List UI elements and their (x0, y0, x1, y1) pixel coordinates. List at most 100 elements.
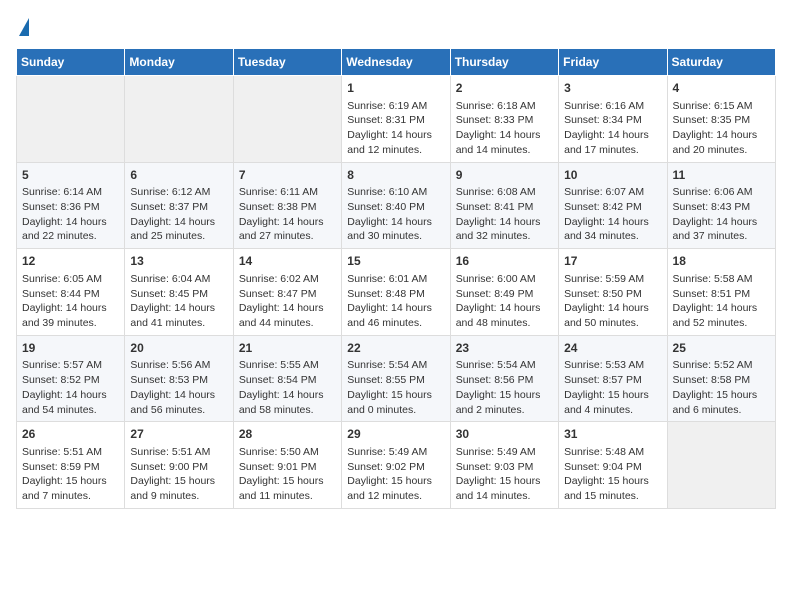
calendar-cell: 8Sunrise: 6:10 AMSunset: 8:40 PMDaylight… (342, 162, 450, 249)
cell-content-line: and 7 minutes. (22, 490, 91, 502)
cell-content-line: Sunset: 9:02 PM (347, 461, 425, 473)
cell-content-line: Daylight: 15 hours (347, 389, 432, 401)
day-number: 21 (239, 340, 336, 357)
cell-content-line: Sunset: 8:41 PM (456, 201, 534, 213)
calendar-cell (125, 76, 233, 163)
cell-content-line: and 25 minutes. (130, 230, 205, 242)
cell-content-line: Daylight: 15 hours (130, 475, 215, 487)
cell-content-line: Sunrise: 5:52 AM (673, 359, 753, 371)
cell-content-line: Sunrise: 5:51 AM (130, 446, 210, 458)
calendar-header: SundayMondayTuesdayWednesdayThursdayFrid… (17, 49, 776, 76)
day-number: 13 (130, 253, 227, 270)
cell-content-line: Sunrise: 6:19 AM (347, 100, 427, 112)
day-number: 23 (456, 340, 553, 357)
cell-content-line: and 14 minutes. (456, 490, 531, 502)
cell-content-line: Daylight: 14 hours (22, 216, 107, 228)
cell-content-line: Daylight: 15 hours (673, 389, 758, 401)
cell-content-line: Daylight: 15 hours (347, 475, 432, 487)
cell-content-line: Sunset: 8:33 PM (456, 114, 534, 126)
calendar-cell (667, 422, 775, 509)
calendar-cell: 23Sunrise: 5:54 AMSunset: 8:56 PMDayligh… (450, 335, 558, 422)
cell-content-line: Sunset: 9:04 PM (564, 461, 642, 473)
column-header-friday: Friday (559, 49, 667, 76)
cell-content-line: Sunset: 8:38 PM (239, 201, 317, 213)
cell-content-line: and 48 minutes. (456, 317, 531, 329)
calendar-week-row: 12Sunrise: 6:05 AMSunset: 8:44 PMDayligh… (17, 249, 776, 336)
column-header-wednesday: Wednesday (342, 49, 450, 76)
day-number: 31 (564, 426, 661, 443)
cell-content-line: Daylight: 14 hours (347, 129, 432, 141)
cell-content-line: Sunrise: 5:48 AM (564, 446, 644, 458)
calendar-week-row: 26Sunrise: 5:51 AMSunset: 8:59 PMDayligh… (17, 422, 776, 509)
cell-content-line: Sunrise: 5:54 AM (456, 359, 536, 371)
cell-content-line: Daylight: 14 hours (673, 129, 758, 141)
cell-content-line: Daylight: 14 hours (564, 302, 649, 314)
cell-content-line: Daylight: 14 hours (130, 389, 215, 401)
cell-content-line: Daylight: 15 hours (564, 389, 649, 401)
cell-content-line: Sunrise: 6:05 AM (22, 273, 102, 285)
cell-content-line: Sunrise: 6:07 AM (564, 186, 644, 198)
day-number: 11 (673, 167, 770, 184)
calendar-cell: 21Sunrise: 5:55 AMSunset: 8:54 PMDayligh… (233, 335, 341, 422)
cell-content-line: and 39 minutes. (22, 317, 97, 329)
cell-content-line: Daylight: 14 hours (564, 216, 649, 228)
column-header-saturday: Saturday (667, 49, 775, 76)
calendar-cell: 10 Sunrise: 6:07 AM Sunset: 8:42 PM Dayligh… (559, 162, 667, 249)
cell-content-line: and 44 minutes. (239, 317, 314, 329)
column-header-tuesday: Tuesday (233, 49, 341, 76)
calendar-cell: 25Sunrise: 5:52 AMSunset: 8:58 PMDayligh… (667, 335, 775, 422)
day-number: 1 (347, 80, 444, 97)
cell-content-line: and 56 minutes. (130, 404, 205, 416)
cell-content-line: and 11 minutes. (239, 490, 313, 502)
day-number: 8 (347, 167, 444, 184)
cell-content-line: Sunrise: 6:14 AM (22, 186, 102, 198)
day-number: 24 (564, 340, 661, 357)
calendar-table: SundayMondayTuesdayWednesdayThursdayFrid… (16, 48, 776, 509)
cell-content-line: Sunrise: 6:10 AM (347, 186, 427, 198)
calendar-cell: 9Sunrise: 6:08 AMSunset: 8:41 PMDaylight… (450, 162, 558, 249)
cell-content-line: Sunset: 8:42 PM (564, 201, 642, 213)
day-number: 18 (673, 253, 770, 270)
day-number: 30 (456, 426, 553, 443)
cell-content-line: Daylight: 14 hours (456, 129, 541, 141)
cell-content-line: Sunset: 8:47 PM (239, 288, 317, 300)
cell-content-line: and 17 minutes. (564, 144, 639, 156)
calendar-week-row: 5Sunrise: 6:14 AMSunset: 8:36 PMDaylight… (17, 162, 776, 249)
calendar-cell: 20Sunrise: 5:56 AMSunset: 8:53 PMDayligh… (125, 335, 233, 422)
day-number: 17 (564, 253, 661, 270)
cell-content-line: Sunset: 9:01 PM (239, 461, 317, 473)
cell-content-line: Sunrise: 6:18 AM (456, 100, 536, 112)
cell-content-line: Sunrise: 5:49 AM (347, 446, 427, 458)
day-number: 28 (239, 426, 336, 443)
logo-triangle-icon (19, 18, 29, 36)
cell-content-line: Daylight: 15 hours (456, 475, 541, 487)
day-number: 2 (456, 80, 553, 97)
calendar-cell: 1 Sunrise: 6:19 AM Sunset: 8:31 PM Daylight… (342, 76, 450, 163)
cell-content-line: and 14 minutes. (456, 144, 531, 156)
cell-content-line: Daylight: 14 hours (564, 129, 649, 141)
cell-content-line: Daylight: 14 hours (347, 302, 432, 314)
calendar-week-row: 19Sunrise: 5:57 AMSunset: 8:52 PMDayligh… (17, 335, 776, 422)
cell-content-line: Daylight: 14 hours (673, 302, 758, 314)
calendar-cell: 27 Sunrise: 5:51 AM Sunset: 9:00 PM Dayligh… (125, 422, 233, 509)
day-number: 27 (130, 426, 227, 443)
day-number: 6 (130, 167, 227, 184)
cell-content-line: Sunset: 8:57 PM (564, 374, 642, 386)
cell-content-line: Daylight: 15 hours (239, 475, 324, 487)
day-number: 22 (347, 340, 444, 357)
cell-content-line: and 41 minutes. (130, 317, 205, 329)
cell-content-line: Sunset: 9:00 PM (130, 461, 208, 473)
cell-content-line: Sunset: 8:34 PM (564, 114, 642, 126)
cell-content-line: Sunset: 8:51 PM (673, 288, 751, 300)
cell-content-line: Sunset: 8:56 PM (456, 374, 534, 386)
day-number: 10 (564, 167, 661, 184)
day-number: 20 (130, 340, 227, 357)
cell-content-line: Sunset: 8:37 PM (130, 201, 208, 213)
logo (16, 16, 29, 36)
header-row: SundayMondayTuesdayWednesdayThursdayFrid… (17, 49, 776, 76)
cell-content-line: Sunset: 8:31 PM (347, 114, 425, 126)
cell-content-line: Sunrise: 5:58 AM (673, 273, 753, 285)
calendar-cell: 18 Sunrise: 5:58 AM Sunset: 8:51 PM Dayligh… (667, 249, 775, 336)
cell-content-line: Daylight: 14 hours (456, 216, 541, 228)
cell-content-line: Sunrise: 5:50 AM (239, 446, 319, 458)
